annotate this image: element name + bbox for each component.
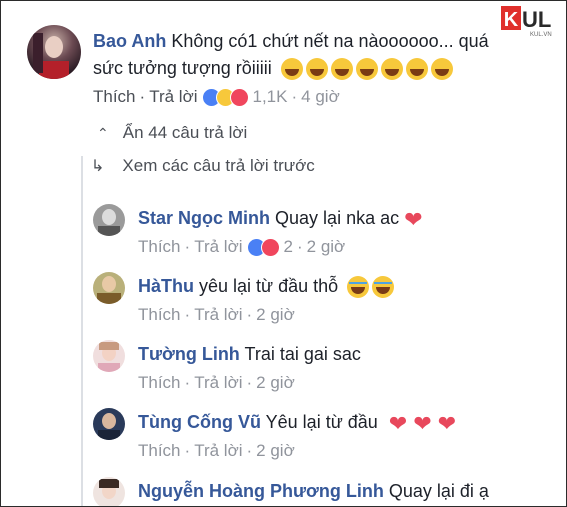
avatar-photo-icon: [33, 33, 69, 79]
reply-text: Yêu lại từ đầu: [265, 412, 378, 432]
logo-text: UL: [522, 7, 551, 32]
reply-author[interactable]: Nguyễn Hoàng Phương Linh: [138, 481, 384, 501]
reply-body: HàThu yêu lại từ đầu thỗ: [138, 275, 397, 299]
reply-time[interactable]: 2 giờ: [307, 237, 346, 257]
avatar[interactable]: [93, 477, 125, 506]
avatar-photo-icon: [98, 413, 120, 440]
heart-emoji-icon: ❤: [437, 410, 457, 436]
comment-actions: Thích · Trả lời 1,1K · 4 giờ: [93, 87, 340, 107]
reply-text: Quay lại đi ạ: [388, 481, 489, 501]
love-reaction-icon: [229, 87, 249, 107]
comment-thread: K UL KUL.VN Bao Anh Không có1 chứt nết n…: [0, 0, 567, 507]
laughing-emoji-row: [280, 58, 456, 81]
comment-author[interactable]: Bao Anh: [93, 31, 166, 51]
like-link[interactable]: Thích: [138, 305, 181, 325]
reply-link[interactable]: Trả lời: [194, 441, 242, 461]
reaction-count: 2: [283, 237, 293, 256]
reply-actions: Thích · Trả lời 2 · 2 giờ: [138, 237, 346, 257]
crying-emoji-icon: [347, 276, 370, 299]
logo-sub: KUL.VN: [530, 32, 552, 37]
avatar[interactable]: [93, 340, 125, 372]
heart-emoji-icon: ❤: [404, 206, 423, 232]
reply-time[interactable]: 2 giờ: [256, 305, 295, 325]
view-previous-replies-link[interactable]: ↳ Xem các câu trả lời trước: [91, 156, 315, 176]
avatar[interactable]: [93, 204, 125, 236]
reply-link[interactable]: Trả lời: [194, 237, 242, 257]
laughing-emoji-icon: [305, 58, 328, 81]
comment-text-line2: sức tưởng tượng rồiiiii: [93, 57, 523, 81]
svg-text:K: K: [504, 9, 519, 31]
laughing-emoji-icon: [380, 58, 403, 81]
avatar-photo-icon: [99, 479, 119, 499]
reaction-count: 1,1K: [252, 87, 288, 106]
reply-body: Star Ngọc Minh Quay lại nka ac ❤: [138, 207, 423, 231]
reply-author[interactable]: Tường Linh: [138, 344, 240, 364]
reply-text: yêu lại từ đầu thỗ: [199, 276, 339, 296]
reactions[interactable]: 2: [246, 237, 293, 257]
reply-text: Quay lại nka ac: [275, 208, 400, 228]
like-link[interactable]: Thích: [93, 87, 136, 107]
love-reaction-icon: [260, 237, 280, 257]
like-link[interactable]: Thích: [138, 441, 181, 461]
reply-time[interactable]: 2 giờ: [256, 373, 295, 393]
laughing-emoji-icon: [405, 58, 428, 81]
reply-arrow-icon: ↳: [91, 158, 105, 175]
chevron-up-icon: ⌃: [97, 124, 109, 141]
reply-text: Trai tai gai sac: [244, 344, 361, 364]
reply-actions: Thích · Trả lời · 2 giờ: [138, 373, 295, 393]
heart-emoji-icon: ❤: [413, 410, 432, 436]
comment-time[interactable]: 4 giờ: [301, 87, 340, 107]
reply-body: Tùng Cống Vũ Yêu lại từ đầu ❤ ❤ ❤: [138, 411, 456, 435]
reply-link[interactable]: Trả lời: [149, 87, 197, 107]
heart-emoji-icon: ❤: [388, 410, 408, 436]
thread-line: [81, 156, 83, 506]
reply-link[interactable]: Trả lời: [194, 305, 242, 325]
reply-author[interactable]: HàThu: [138, 276, 194, 296]
reply-body: Tường Linh Trai tai gai sac: [138, 343, 361, 366]
reply-author[interactable]: Tùng Cống Vũ: [138, 412, 261, 432]
reply-actions: Thích · Trả lời · 2 giờ: [138, 305, 295, 325]
laughing-emoji-icon: [430, 58, 453, 81]
comment-text: Không có1 chứt nết na nàoooooo... quá: [171, 31, 489, 51]
crying-emoji-icon: [372, 276, 395, 299]
like-link[interactable]: Thích: [138, 237, 181, 257]
reply-author[interactable]: Star Ngọc Minh: [138, 208, 270, 228]
reply-time[interactable]: 2 giờ: [256, 441, 295, 461]
reactions[interactable]: 1,1K: [201, 87, 288, 107]
avatar[interactable]: [27, 25, 81, 79]
avatar-photo-icon: [98, 342, 120, 372]
laughing-emoji-icon: [330, 58, 353, 81]
like-link[interactable]: Thích: [138, 373, 181, 393]
reply-body: Nguyễn Hoàng Phương Linh Quay lại đi ạ: [138, 480, 489, 503]
comment-body: Bao Anh Không có1 chứt nết na nàoooooo..…: [93, 30, 513, 53]
avatar-photo-icon: [97, 276, 121, 304]
laughing-emoji-icon: [355, 58, 378, 81]
hide-replies-link[interactable]: ⌃ Ẩn 44 câu trả lời: [97, 123, 247, 143]
reply-actions: Thích · Trả lời · 2 giờ: [138, 441, 295, 461]
reply-link[interactable]: Trả lời: [194, 373, 242, 393]
laughing-emoji-icon: [280, 58, 303, 81]
avatar[interactable]: [93, 408, 125, 440]
avatar-photo-icon: [98, 209, 120, 236]
avatar[interactable]: [93, 272, 125, 304]
